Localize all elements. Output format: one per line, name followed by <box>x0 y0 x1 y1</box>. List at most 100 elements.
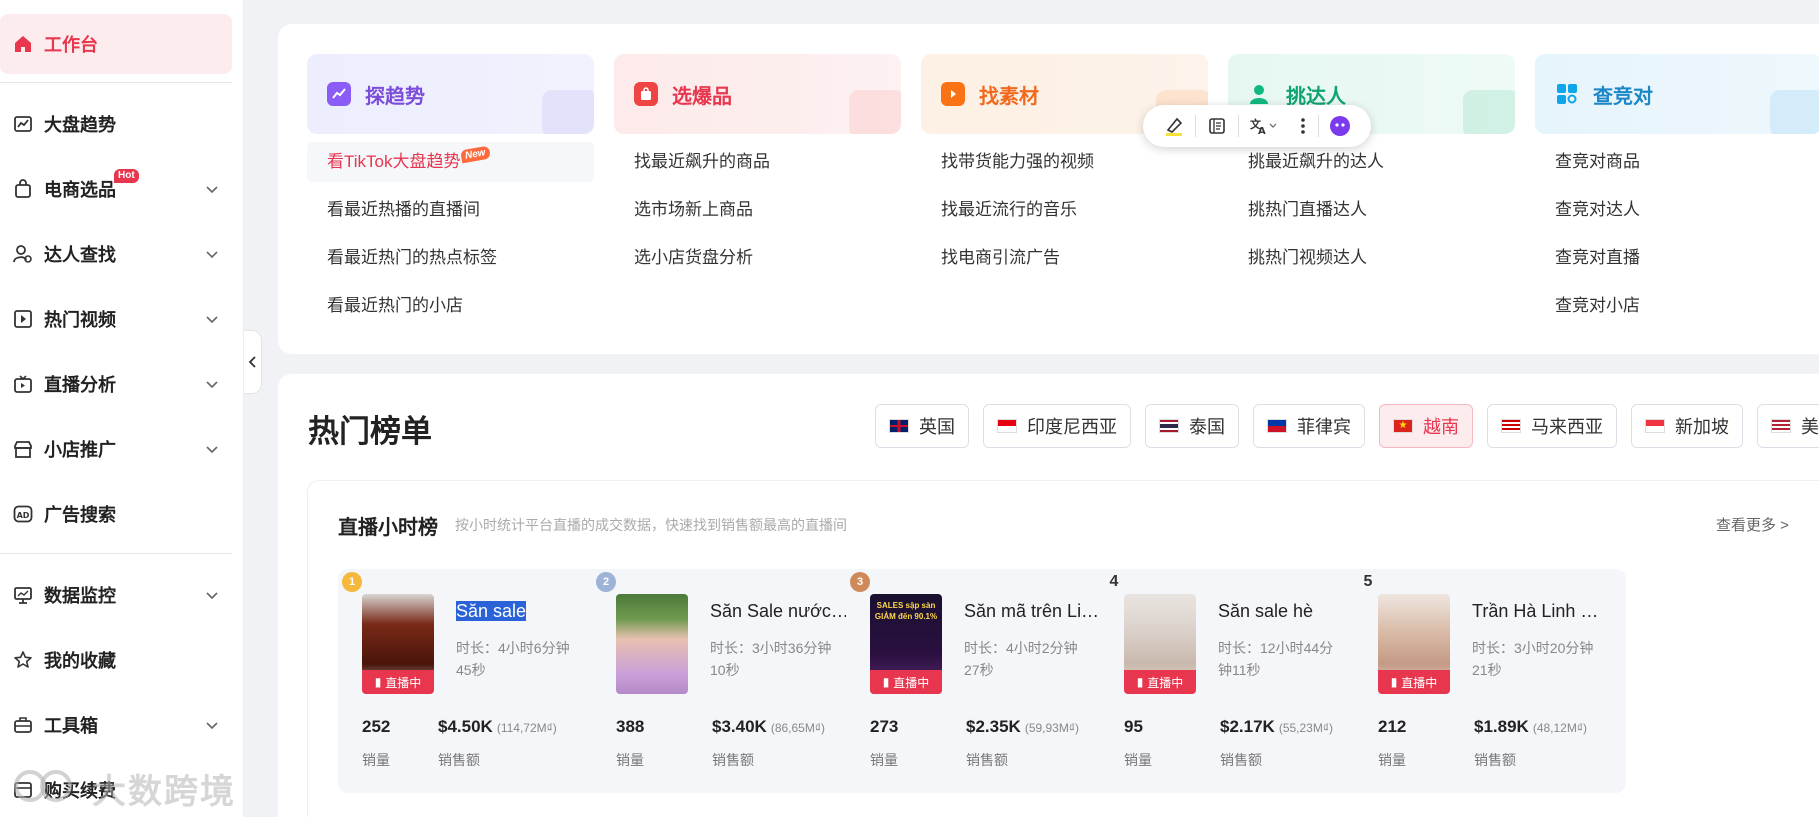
category-check-competitors: 查竞对 查竞对商品 查竞对达人 查竞对直播 查竞对小店 <box>1535 54 1819 326</box>
indonesia-flag-icon <box>997 419 1017 433</box>
live-thumbnail[interactable]: SALES sập sàn GIẢM đến 90.1% ▮ 直播中 <box>870 594 942 694</box>
sidebar-item-product-selection[interactable]: 电商选品 Hot <box>0 159 232 219</box>
signal-bars-icon: ▮ <box>1390 675 1398 689</box>
live-room-name[interactable]: Săn Sale nước… <box>710 601 855 622</box>
link-tiktok-trend[interactable]: 看TikTok大盘趋势 New <box>307 142 594 182</box>
live-room-name[interactable]: Săn sale hè <box>1218 601 1363 622</box>
live-card[interactable]: 5 ▮ 直播中 Trần Hà Linh … 时长：3小时20分钟 21秒 212 … <box>1354 569 1626 793</box>
live-status-tag: ▮ 直播中 <box>1378 670 1450 694</box>
sidebar-item-market-trend[interactable]: 大盘趋势 <box>0 94 232 154</box>
home-icon <box>12 33 34 55</box>
live-thumbnail[interactable]: ▮ 直播中 <box>1378 594 1450 694</box>
user-search-icon <box>12 243 34 265</box>
sidebar-collapse-toggle[interactable] <box>244 330 262 394</box>
sidebar-item-data-monitoring[interactable]: 数据监控 <box>0 565 232 625</box>
tab-country-thailand[interactable]: 泰国 <box>1145 404 1239 448</box>
rank-medal: 1 <box>341 569 363 595</box>
sidebar-item-workbench[interactable]: 工作台 <box>0 14 232 74</box>
sidebar-item-label: 广告搜索 <box>44 505 116 525</box>
sidebar-item-live-analysis[interactable]: 直播分析 <box>0 354 232 414</box>
tab-label: 菲律宾 <box>1297 417 1351 437</box>
tab-country-indonesia[interactable]: 印度尼西亚 <box>983 404 1131 448</box>
highlighter-icon <box>1165 117 1183 136</box>
live-room-name[interactable]: Săn sale <box>456 601 601 622</box>
category-header[interactable]: 探趋势 <box>307 54 594 134</box>
link-hot-hashtags[interactable]: 看最近热门的热点标签 <box>307 238 594 278</box>
live-card[interactable]: 3 SALES sập sàn GIẢM đến 90.1% ▮ 直播中 Săn … <box>846 569 1118 793</box>
live-thumbnail[interactable]: ▮ 直播中 <box>1124 594 1196 694</box>
tab-country-singapore[interactable]: 新加坡 <box>1631 404 1743 448</box>
hot-badge: Hot <box>114 169 139 183</box>
ai-assistant-button[interactable] <box>1319 110 1361 142</box>
live-thumbnail[interactable]: ▮ 直播中 <box>362 594 434 694</box>
category-header[interactable]: 选爆品 <box>614 54 901 134</box>
link-shop-assortment[interactable]: 选小店货盘分析 <box>614 238 901 278</box>
link-competitor-products[interactable]: 查竞对商品 <box>1535 142 1819 182</box>
link-rising-products[interactable]: 找最近飙升的商品 <box>614 142 901 182</box>
sidebar-item-ad-search[interactable]: AD 广告搜索 <box>0 484 232 544</box>
sidebar-item-label: 热门视频 <box>44 310 116 330</box>
link-new-products[interactable]: 选市场新上商品 <box>614 190 901 230</box>
tab-country-uk[interactable]: 英国 <box>875 404 969 448</box>
divider <box>0 553 232 554</box>
sidebar-item-favorites[interactable]: 我的收藏 <box>0 630 232 690</box>
live-room-name[interactable]: Trần Hà Linh … <box>1472 601 1617 622</box>
chevron-down-icon <box>206 381 218 389</box>
chevron-left-icon <box>248 356 256 368</box>
revenue: $2.35K (59,93M₫) <box>966 717 1080 736</box>
singapore-flag-icon <box>1645 419 1665 433</box>
link-live-influencers[interactable]: 挑热门直播达人 <box>1228 190 1515 230</box>
tab-label: 马来西亚 <box>1531 417 1603 437</box>
rank-medal: 3 <box>849 569 871 595</box>
category-title: 查竞对 <box>1593 85 1653 108</box>
tab-country-vietnam[interactable]: ★ 越南 <box>1379 404 1473 448</box>
link-hot-shops[interactable]: 看最近热门的小店 <box>307 286 594 326</box>
notes-button[interactable] <box>1196 110 1238 142</box>
new-badge: New <box>459 145 490 164</box>
sidebar-item-shop-promotion[interactable]: 小店推广 <box>0 419 232 479</box>
link-competitor-shops[interactable]: 查竞对小店 <box>1535 286 1819 326</box>
link-selling-videos[interactable]: 找带货能力强的视频 <box>921 142 1208 182</box>
live-card[interactable]: 2 Săn Sale nước… 时长：3小时36分钟 10秒 388 $3.40… <box>592 569 864 793</box>
live-card[interactable]: 4 ▮ 直播中 Săn sale hè 时长：12小时44分 钟11秒 95 $2.… <box>1100 569 1372 793</box>
category-pick-influencers: 挑达人 挑最近飙升的达人 挑热门直播达人 挑热门视频达人 <box>1228 54 1515 278</box>
highlighter-button[interactable] <box>1153 110 1195 142</box>
sales-count: 212 <box>1378 717 1407 736</box>
country-tabs: 英国 印度尼西亚 泰国 菲律宾 ★ 越南 马来西亚 新加坡 美国 <box>875 404 1819 448</box>
link-competitor-live[interactable]: 查竞对直播 <box>1535 238 1819 278</box>
signal-bars-icon: ▮ <box>882 675 890 689</box>
link-competitor-influencers[interactable]: 查竞对达人 <box>1535 190 1819 230</box>
live-thumbnail[interactable] <box>616 594 688 694</box>
link-rising-influencers[interactable]: 挑最近飙升的达人 <box>1228 142 1515 182</box>
live-duration: 时长：4小时6分钟 45秒 <box>456 640 570 678</box>
link-popular-music[interactable]: 找最近流行的音乐 <box>921 190 1208 230</box>
category-header[interactable]: 查竞对 <box>1535 54 1819 134</box>
decorative-user-icon <box>1463 90 1515 134</box>
link-video-influencers[interactable]: 挑热门视频达人 <box>1228 238 1515 278</box>
sidebar-item-hot-videos[interactable]: 热门视频 <box>0 289 232 349</box>
more-options-button[interactable] <box>1288 110 1318 142</box>
sidebar-item-toolbox[interactable]: 工具箱 <box>0 695 232 755</box>
star-icon <box>12 649 34 671</box>
live-status-tag: ▮ 直播中 <box>362 670 434 694</box>
view-more-link[interactable]: 查看更多 > <box>1716 514 1789 535</box>
sidebar-item-influencer-search[interactable]: 达人查找 <box>0 224 232 284</box>
live-card[interactable]: 1 ▮ 直播中 Săn sale 时长：4小时6分钟 45秒 252 $4.50K(… <box>338 569 610 793</box>
svg-text:AD: AD <box>17 511 30 520</box>
divider <box>0 82 232 83</box>
link-hot-live-rooms[interactable]: 看最近热播的直播间 <box>307 190 594 230</box>
live-duration: 时长：12小时44分 钟11秒 <box>1218 640 1334 678</box>
board-subtitle: 按小时统计平台直播的成交数据，快速找到销售额最高的直播间 <box>455 517 847 533</box>
bronze-medal-icon: 3 <box>850 572 870 592</box>
sales-label: 销量 <box>616 752 644 768</box>
tab-country-usa[interactable]: 美国 <box>1757 404 1819 448</box>
tab-country-malaysia[interactable]: 马来西亚 <box>1487 404 1617 448</box>
sidebar-item-label: 数据监控 <box>44 586 116 606</box>
tab-country-philippines[interactable]: 菲律宾 <box>1253 404 1365 448</box>
live-room-name[interactable]: Săn mã trên Li… <box>964 601 1109 622</box>
toolbox-icon <box>12 714 34 736</box>
translate-button[interactable]: 文A <box>1239 110 1289 142</box>
vietnam-flag-icon: ★ <box>1393 419 1413 433</box>
link-ecommerce-ads[interactable]: 找电商引流广告 <box>921 238 1208 278</box>
thailand-flag-icon <box>1159 419 1179 433</box>
